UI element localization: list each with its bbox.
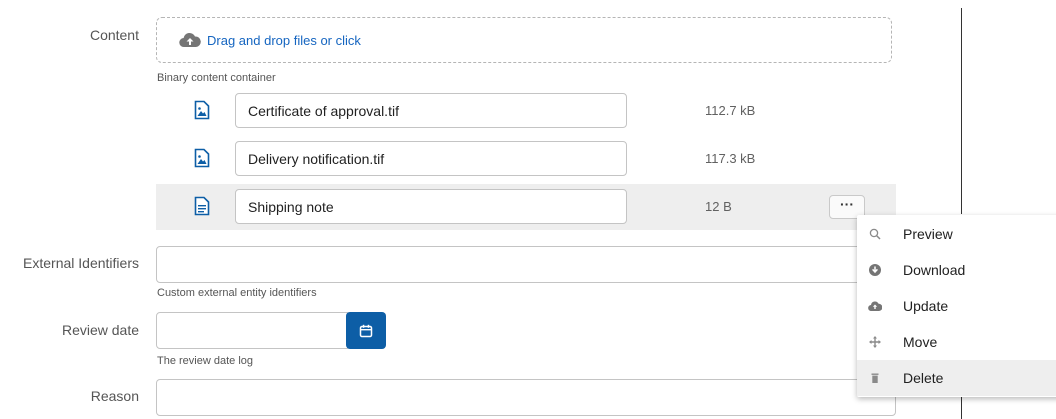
- panel-divider: [961, 397, 962, 419]
- menu-item-label: Update: [903, 298, 949, 314]
- menu-item-label: Preview: [903, 226, 953, 242]
- trash-icon: [868, 371, 882, 385]
- reason-label: Reason: [90, 388, 139, 404]
- calendar-button[interactable]: [346, 312, 386, 349]
- panel-divider: [961, 8, 962, 214]
- file-name-input[interactable]: [235, 141, 627, 176]
- external-identifiers-input[interactable]: [156, 246, 896, 283]
- file-name-input[interactable]: [235, 93, 627, 128]
- download-icon: [868, 263, 882, 277]
- menu-item-label: Delete: [903, 370, 944, 386]
- menu-item-preview[interactable]: Preview: [857, 216, 1056, 252]
- file-row: 112.7 kB: [156, 88, 896, 134]
- external-identifiers-helper: Custom external entity identifiers: [157, 287, 317, 299]
- file-size: 117.3 kB: [705, 151, 756, 166]
- move-icon: [868, 335, 882, 349]
- menu-item-update[interactable]: Update: [857, 288, 1056, 324]
- review-date-input[interactable]: [156, 312, 348, 349]
- review-date-helper: The review date log: [157, 355, 253, 367]
- cloud-upload-icon: [868, 299, 883, 313]
- image-file-icon: [194, 148, 210, 168]
- menu-item-label: Download: [903, 262, 966, 278]
- file-size: 112.7 kB: [705, 103, 756, 118]
- search-icon: [868, 227, 882, 241]
- menu-item-label: Move: [903, 334, 938, 350]
- review-date-label: Review date: [61, 322, 139, 338]
- menu-item-download[interactable]: Download: [857, 252, 1056, 288]
- content-label: Content: [89, 27, 139, 43]
- file-name-input[interactable]: [235, 189, 627, 224]
- menu-item-delete[interactable]: Delete: [857, 360, 1056, 396]
- file-row: 12 B ···: [156, 184, 896, 230]
- reason-input[interactable]: [156, 379, 896, 416]
- calendar-icon: [359, 324, 373, 338]
- content-helper: Binary content container: [157, 72, 276, 84]
- menu-item-move[interactable]: Move: [857, 324, 1056, 360]
- file-size: 12 B: [705, 199, 732, 214]
- image-file-icon: [194, 100, 210, 120]
- file-row: 117.3 kB: [156, 136, 896, 182]
- cloud-upload-icon: [179, 32, 201, 48]
- file-dropzone[interactable]: Drag and drop files or click: [156, 17, 892, 63]
- text-file-icon: [194, 196, 210, 216]
- external-identifiers-label: External Identifiers: [23, 255, 139, 271]
- file-context-menu: Preview Download Update Move Delete: [857, 215, 1056, 397]
- dropzone-text: Drag and drop files or click: [207, 32, 361, 48]
